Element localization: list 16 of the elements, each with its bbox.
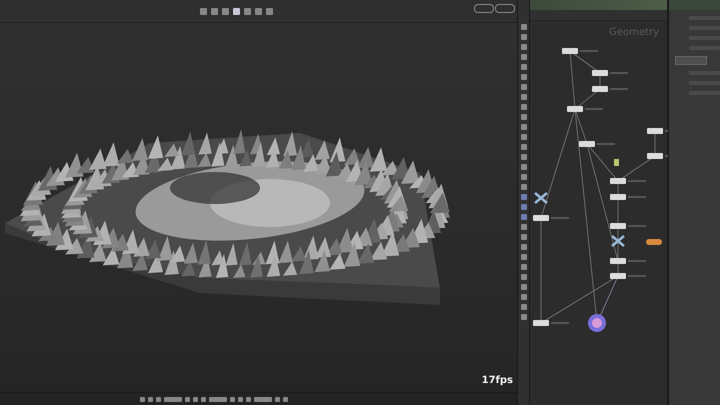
view-toggle-button[interactable] bbox=[495, 4, 515, 13]
graph-node[interactable] bbox=[647, 128, 668, 134]
graph-node[interactable] bbox=[610, 273, 646, 279]
graph-node[interactable] bbox=[610, 258, 646, 264]
pane-header bbox=[669, 0, 720, 10]
playback-control-icon[interactable] bbox=[209, 396, 227, 402]
graph-node[interactable] bbox=[610, 194, 646, 200]
graph-node[interactable] bbox=[646, 239, 662, 245]
view-toggle-button[interactable] bbox=[474, 4, 494, 13]
playback-control-icon[interactable] bbox=[254, 396, 272, 402]
graph-node[interactable] bbox=[592, 70, 628, 76]
playback-control-icon[interactable] bbox=[164, 396, 182, 402]
graph-node[interactable] bbox=[647, 153, 668, 159]
fps-readout: 17fps bbox=[482, 375, 513, 386]
graph-node[interactable] bbox=[592, 86, 628, 92]
graph-node[interactable] bbox=[610, 223, 646, 229]
